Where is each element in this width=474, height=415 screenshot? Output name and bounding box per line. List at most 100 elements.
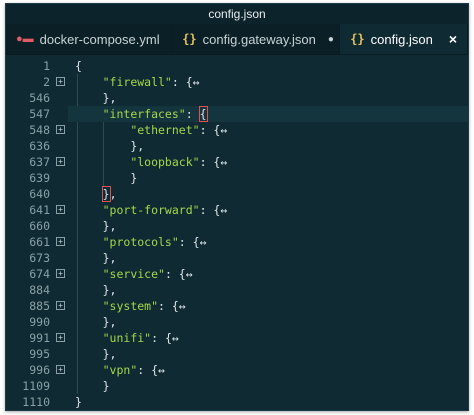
gutter-row: 660 xyxy=(6,218,68,234)
json-punctuation: }, xyxy=(102,315,117,329)
line-number: 991 xyxy=(29,331,50,345)
json-braces-icon: {} xyxy=(350,32,365,46)
editor-window: config.json ●▬ docker-compose.yml {} con… xyxy=(5,3,469,411)
code-line[interactable]: }, xyxy=(68,218,468,234)
line-number: 995 xyxy=(29,347,50,361)
json-key: "interfaces" xyxy=(102,107,186,121)
json-punctuation: : { xyxy=(178,235,200,249)
folded-ellipsis-icon: ↔ xyxy=(158,363,165,377)
fold-expand-icon[interactable]: + xyxy=(56,205,65,214)
code-line[interactable]: }, xyxy=(68,250,468,266)
line-number: 641 xyxy=(29,203,50,217)
code-line[interactable]: { xyxy=(68,58,468,74)
fold-expand-icon[interactable]: + xyxy=(56,301,65,310)
code-line[interactable]: "firewall": {↔ xyxy=(68,74,468,90)
code-line[interactable]: } xyxy=(68,170,468,186)
json-punctuation: } xyxy=(74,395,82,409)
code-line[interactable]: "port-forward": {↔ xyxy=(68,202,468,218)
gutter-row: 546 xyxy=(6,90,68,106)
json-braces-icon: {} xyxy=(182,32,197,46)
gutter-row: 661 + xyxy=(6,234,68,250)
json-punctuation: { xyxy=(74,59,82,73)
json-punctuation: : { xyxy=(158,299,179,313)
line-number: 547 xyxy=(29,107,50,121)
code-line[interactable]: "vpn": {↔ xyxy=(68,362,468,378)
code-line[interactable]: }, xyxy=(68,138,468,154)
code-line[interactable]: }, xyxy=(68,90,468,106)
line-number: 674 xyxy=(29,267,50,281)
line-number: 636 xyxy=(29,139,50,153)
gutter-row: 640 xyxy=(6,186,68,202)
json-key: "service" xyxy=(102,267,165,281)
folded-ellipsis-icon: ↔ xyxy=(185,267,193,281)
folded-ellipsis-icon: ↔ xyxy=(220,123,228,137)
json-punctuation: : { xyxy=(199,155,221,169)
matched-bracket: } xyxy=(101,186,111,202)
json-punctuation: }, xyxy=(130,139,145,153)
gutter-row: 636 xyxy=(6,138,68,154)
line-number: 660 xyxy=(29,219,50,233)
code-line[interactable]: "loopback": {↔ xyxy=(68,154,468,170)
code-line[interactable]: "service": {↔ xyxy=(68,266,468,282)
code-line[interactable]: "system": {↔ xyxy=(68,298,468,314)
line-number: 639 xyxy=(29,171,50,185)
code-line[interactable]: }, xyxy=(68,346,468,362)
json-punctuation: : { xyxy=(171,75,193,89)
json-punctuation: : { xyxy=(137,363,159,377)
code-line[interactable]: "protocols": {↔ xyxy=(68,234,468,250)
gutter-row: 673 xyxy=(6,250,68,266)
tab-config-json[interactable]: {} config.json × xyxy=(340,24,468,54)
close-tab-icon[interactable]: × xyxy=(449,31,457,47)
json-key: "protocols" xyxy=(102,235,179,249)
folded-ellipsis-icon: ↔ xyxy=(171,331,179,345)
line-number: 548 xyxy=(29,123,50,137)
line-number: 673 xyxy=(29,251,50,265)
code-line[interactable]: "ethernet": {↔ xyxy=(68,122,468,138)
gutter-row: 548 + xyxy=(6,122,68,138)
window-title: config.json xyxy=(6,4,468,24)
line-number: 885 xyxy=(29,299,50,313)
code-line[interactable]: } xyxy=(68,394,468,410)
gutter-row: 2 + xyxy=(6,74,68,90)
json-punctuation: } xyxy=(130,171,138,185)
code-line[interactable]: } xyxy=(68,378,468,394)
json-punctuation: : { xyxy=(199,203,221,217)
fold-expand-icon[interactable]: + xyxy=(56,365,65,374)
fold-expand-icon[interactable]: + xyxy=(56,77,65,86)
code-line[interactable]: }, xyxy=(68,282,468,298)
line-number: 1110 xyxy=(22,395,50,409)
fold-expand-icon[interactable]: + xyxy=(56,125,65,134)
gutter-row: 884 xyxy=(6,282,68,298)
code-line[interactable]: }, xyxy=(68,186,468,202)
folded-ellipsis-icon: ↔ xyxy=(220,155,228,169)
gutter-row: 674 + xyxy=(6,266,68,282)
json-punctuation: } xyxy=(102,379,110,393)
code-line[interactable]: }, xyxy=(68,314,468,330)
code-editor[interactable]: 1 2 +546 547 548 +636 637 +639 640 641 +660 661 +673… xyxy=(6,55,468,410)
tab-config-gateway[interactable]: {} config.gateway.json ● xyxy=(172,24,341,54)
json-key: "loopback" xyxy=(130,155,200,169)
json-punctuation: , xyxy=(109,187,117,201)
code-line[interactable]: "interfaces": { xyxy=(68,106,468,122)
json-punctuation: }, xyxy=(102,91,117,105)
code-line[interactable]: "unifi": {↔ xyxy=(68,330,468,346)
gutter-row: 991 + xyxy=(6,330,68,346)
tab-docker-compose[interactable]: ●▬ docker-compose.yml xyxy=(6,24,173,54)
json-key: "ethernet" xyxy=(130,123,200,137)
fold-expand-icon[interactable]: + xyxy=(56,157,65,166)
folded-ellipsis-icon: ↔ xyxy=(220,203,228,217)
fold-expand-icon[interactable]: + xyxy=(56,269,65,278)
line-number: 640 xyxy=(29,187,50,201)
line-number: 546 xyxy=(29,91,50,105)
gutter-row: 637 + xyxy=(6,154,68,170)
fold-expand-icon[interactable]: + xyxy=(56,333,65,342)
code-area[interactable]: { "firewall": {↔ }, "interfaces": { "eth… xyxy=(68,58,468,410)
fold-expand-icon[interactable]: + xyxy=(56,237,65,246)
json-key: "unifi" xyxy=(102,331,152,345)
matched-bracket: { xyxy=(198,106,208,122)
json-punctuation: : { xyxy=(151,331,172,345)
docker-icon: ●▬ xyxy=(16,33,34,45)
json-punctuation: }, xyxy=(102,283,117,297)
line-number: 1109 xyxy=(22,379,50,393)
line-number: 661 xyxy=(29,235,50,249)
